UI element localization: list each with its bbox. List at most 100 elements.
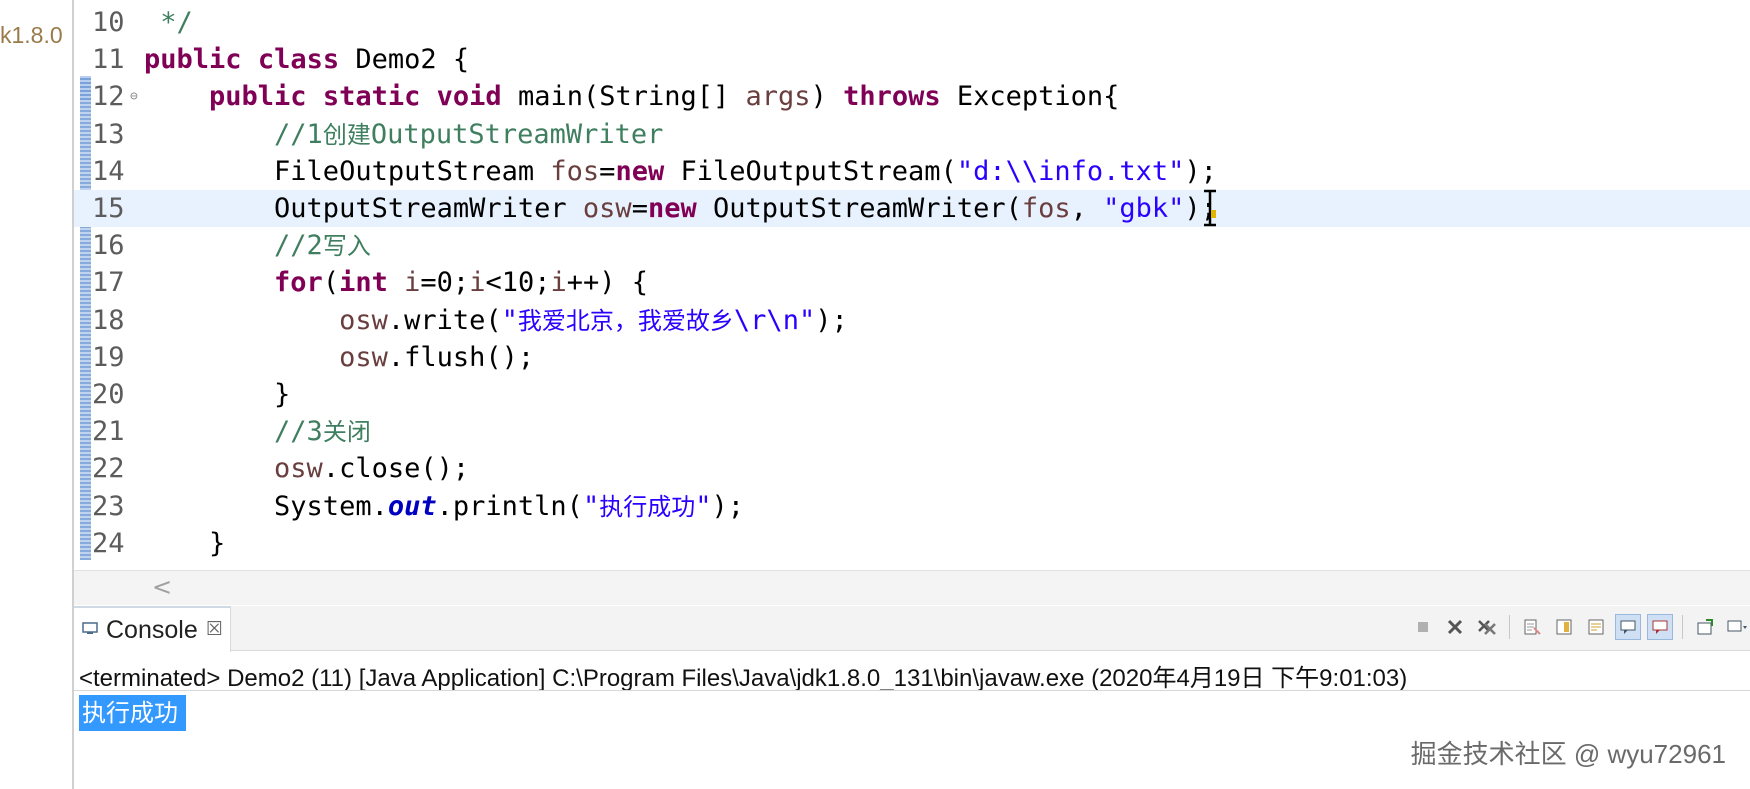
console-icon (82, 622, 98, 634)
code-text: //1创建OutputStreamWriter (144, 116, 663, 154)
code-token: fos (1021, 193, 1071, 224)
code-line[interactable]: 19 osw.flush(); (74, 339, 1750, 376)
code-token: 我爱北京，我爱故乡 (517, 306, 734, 335)
word-wrap-icon[interactable] (1583, 614, 1609, 640)
code-token: "gbk" (1103, 193, 1185, 224)
code-editor[interactable]: 10 */11 public class Demo2 {12 ⊖ public st… (74, 0, 1750, 570)
show-on-stderr-icon[interactable] (1647, 614, 1673, 640)
code-token: FileOutputStream (144, 155, 551, 187)
code-line[interactable]: 21 //3关闭 (74, 413, 1750, 450)
code-token: void (436, 81, 502, 113)
terminate-icon[interactable] (1410, 614, 1436, 640)
code-token: new (615, 155, 665, 187)
package-explorer-edge: k1.8.0 (0, 0, 74, 789)
code-token: FileOutputStream( (664, 155, 957, 187)
code-token: ); (815, 304, 848, 336)
code-line[interactable]: 24 } (74, 525, 1750, 562)
code-line[interactable]: 14 FileOutputStream fos=new FileOutputSt… (74, 153, 1750, 190)
code-token: osw (339, 304, 388, 336)
code-token: out (387, 490, 437, 522)
line-number: 23 (92, 490, 125, 522)
show-on-stdout-icon[interactable] (1615, 614, 1641, 640)
horizontal-scrollbar[interactable]: < (74, 570, 1750, 605)
watermark: 掘金技术社区 @ wyu72961 (1410, 739, 1726, 769)
code-line[interactable]: 20 } (74, 376, 1750, 413)
code-token: <10; (485, 267, 551, 299)
code-line[interactable]: 22 osw.close(); (74, 450, 1750, 487)
code-token: //1 (274, 118, 323, 150)
code-token: " (501, 304, 518, 336)
code-token: OutputStreamWriter (370, 118, 664, 150)
code-line[interactable]: 12 ⊖ public static void main(String[] arg… (74, 78, 1750, 115)
tab-console[interactable]: Console ☒ (74, 606, 231, 652)
code-line[interactable]: 23 System.out.println("执行成功"); (74, 488, 1750, 525)
line-number: 17 (92, 267, 125, 299)
remove-launch-icon[interactable] (1442, 614, 1468, 640)
code-token: osw (274, 453, 323, 485)
scroll-left-arrow-icon[interactable]: < (152, 573, 172, 601)
pin-console-icon[interactable] (1692, 614, 1718, 640)
console-tab-label: Console (106, 616, 198, 644)
line-number: 18 (92, 304, 125, 336)
code-token: } (144, 379, 291, 410)
display-selected-console-icon[interactable] (1724, 614, 1750, 640)
console-toolbar (1410, 614, 1750, 642)
code-line[interactable]: 18 osw.write("我爱北京，我爱故乡\r\n"); (74, 302, 1750, 339)
code-token: ( (322, 267, 340, 299)
remove-all-terminated-icon[interactable] (1474, 614, 1500, 640)
code-line[interactable]: 13 //1创建OutputStreamWriter (74, 116, 1750, 153)
code-token: i (550, 267, 567, 299)
code-token: Demo2 { (339, 44, 470, 76)
truncated-tree-label: k1.8.0 (0, 22, 63, 48)
code-line[interactable]: 10 */ (74, 4, 1750, 41)
code-token: fos (550, 155, 600, 187)
code-token: public (209, 81, 307, 113)
code-token: main(String[] (501, 81, 746, 113)
code-token: i (469, 267, 486, 299)
code-token: 关闭 (322, 418, 371, 447)
code-token: = (599, 155, 616, 187)
code-token: " (695, 490, 712, 522)
clear-console-icon[interactable] (1519, 614, 1545, 640)
line-number: 20 (92, 379, 125, 410)
code-token: } (144, 527, 226, 559)
code-text: } (144, 376, 290, 413)
scroll-lock-icon[interactable] (1551, 614, 1577, 640)
code-text: osw.close(); (144, 450, 469, 487)
code-token: public (144, 44, 242, 76)
line-number: 24 (92, 527, 125, 559)
code-text: for(int i=0;i<10;i++) { (144, 264, 648, 301)
code-token: int (339, 267, 388, 299)
close-tab-icon[interactable]: ☒ (206, 618, 223, 640)
text-cursor-icon (1204, 189, 1216, 227)
line-number: 16 (92, 230, 125, 262)
code-token: throws (843, 81, 941, 113)
code-token: i (404, 267, 421, 299)
code-line[interactable]: 15 OutputStreamWriter osw=new OutputStre… (74, 190, 1750, 227)
code-line[interactable]: 11 public class Demo2 { (74, 41, 1750, 78)
console-divider (74, 690, 1750, 691)
code-token: osw (582, 193, 632, 224)
code-text: osw.flush(); (144, 339, 534, 376)
line-number: 12 (92, 81, 125, 113)
line-number: 21 (92, 416, 125, 448)
code-line[interactable]: 16 //2写入 (74, 227, 1750, 264)
code-token: class (257, 44, 340, 76)
console-output-line[interactable]: 执行成功 (79, 695, 186, 731)
line-number: 15 (92, 193, 125, 224)
fold-toggle-icon[interactable]: ⊖ (130, 78, 138, 115)
code-token: for (274, 267, 323, 299)
code-line[interactable]: 17 for(int i=0;i<10;i++) { (74, 264, 1750, 301)
line-number: 13 (92, 118, 125, 150)
console-status-line: <terminated> Demo2 (11) [Java Applicatio… (79, 665, 1408, 692)
